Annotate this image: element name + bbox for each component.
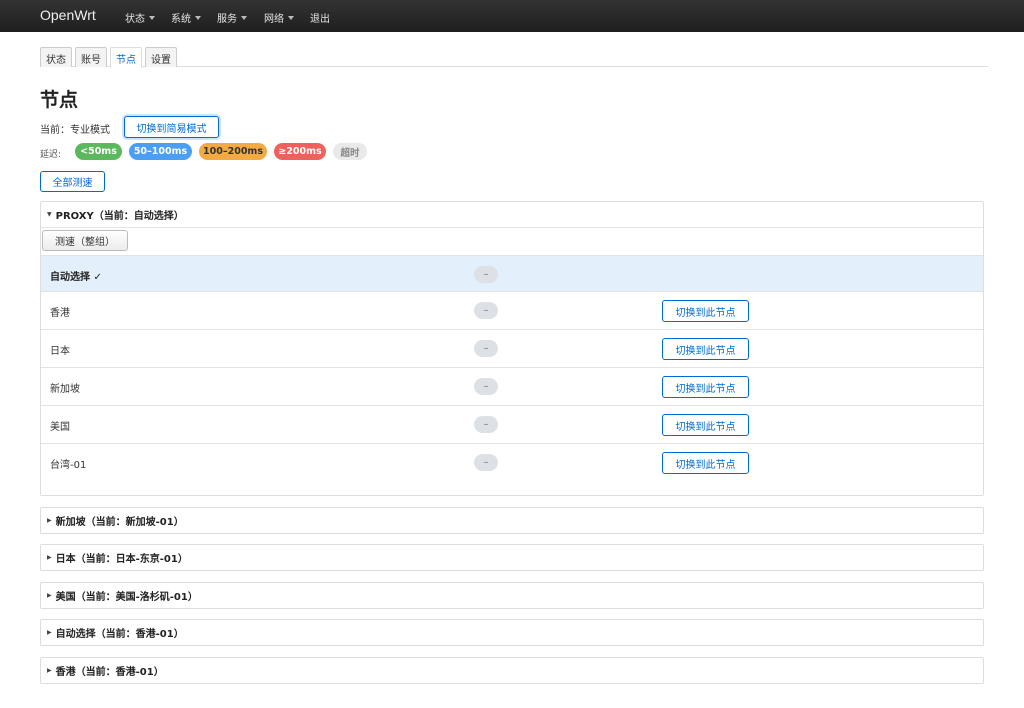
tab-account[interactable]: 账号: [75, 47, 107, 67]
group-panel-singapore[interactable]: ▶ 新加坡（当前：新加坡-01）: [40, 507, 984, 534]
tab-bar: 状态 账号 节点 设置: [40, 47, 988, 68]
group-title: 日本（当前：日本-东京-01）: [55, 554, 188, 565]
node-row: 香港 – 切换到此节点: [41, 291, 983, 329]
menu-logout[interactable]: 退出: [310, 10, 330, 25]
menu-network[interactable]: 网络: [264, 10, 294, 25]
delay-badge: –: [474, 266, 498, 283]
group-panel-auto-select[interactable]: ▶ 自动选择（当前：香港-01）: [40, 619, 984, 646]
expanded-triangle-icon: ▼: [47, 211, 52, 218]
switch-node-button[interactable]: 切换到此节点: [662, 376, 749, 398]
menu-label: 网络: [264, 14, 284, 25]
delay-badge: –: [474, 416, 498, 433]
test-all-button[interactable]: 全部测速: [40, 171, 105, 192]
switch-node-button[interactable]: 切换到此节点: [662, 338, 749, 360]
menu-services[interactable]: 服务: [217, 10, 247, 25]
delay-badge: –: [474, 378, 498, 395]
top-navbar: OpenWrt 状态 系统 服务 网络 退出: [0, 0, 1024, 32]
menu-label: 服务: [217, 14, 237, 25]
group-header[interactable]: ▶ 香港（当前：香港-01）: [41, 658, 983, 683]
switch-node-button[interactable]: 切换到此节点: [662, 300, 749, 322]
group-panel-usa[interactable]: ▶ 美国（当前：美国-洛杉矶-01）: [40, 582, 984, 609]
group-header[interactable]: ▶ 新加坡（当前：新加坡-01）: [41, 508, 983, 533]
node-name: 香港: [50, 308, 70, 319]
collapsed-triangle-icon: ▶: [47, 629, 52, 636]
caret-down-icon: [241, 15, 247, 20]
group-title: 自动选择（当前：香港-01）: [55, 629, 184, 640]
tab-settings[interactable]: 设置: [145, 47, 177, 67]
delay-badge: –: [474, 302, 498, 319]
node-row[interactable]: 自动选择 ✓ –: [41, 255, 983, 291]
node-row: 美国 – 切换到此节点: [41, 405, 983, 443]
test-group-button[interactable]: 测速（整组）: [42, 230, 128, 251]
switch-mode-button[interactable]: 切换到简易模式: [124, 116, 219, 138]
node-name: 新加坡: [50, 384, 80, 395]
tab-nodes[interactable]: 节点: [110, 47, 142, 68]
group-title: 新加坡（当前：新加坡-01）: [55, 517, 184, 528]
node-row: 台湾-01 – 切换到此节点: [41, 443, 983, 481]
brand-logo[interactable]: OpenWrt: [40, 7, 96, 23]
node-name: 自动选择 ✓: [50, 272, 102, 283]
collapsed-triangle-icon: ▶: [47, 592, 52, 599]
menu-label: 系统: [171, 14, 191, 25]
caret-down-icon: [288, 15, 294, 20]
delay-badge: –: [474, 454, 498, 471]
tab-status[interactable]: 状态: [40, 47, 72, 67]
caret-down-icon: [195, 15, 201, 20]
menu-label: 退出: [310, 14, 330, 25]
group-header[interactable]: ▶ 自动选择（当前：香港-01）: [41, 620, 983, 645]
group-title: PROXY（当前：自动选择）: [55, 211, 184, 222]
legend-badge-fast: <50ms: [75, 143, 122, 160]
legend-badge-good: 50–100ms: [129, 143, 192, 160]
group-title: 美国（当前：美国-洛杉矶-01）: [55, 592, 198, 603]
group-title: 香港（当前：香港-01）: [55, 667, 164, 678]
collapsed-triangle-icon: ▶: [47, 517, 52, 524]
node-row: 日本 – 切换到此节点: [41, 329, 983, 367]
menu-status[interactable]: 状态: [125, 10, 155, 25]
menu-label: 状态: [125, 14, 145, 25]
collapsed-triangle-icon: ▶: [47, 554, 52, 561]
caret-down-icon: [149, 15, 155, 20]
switch-node-button[interactable]: 切换到此节点: [662, 414, 749, 436]
collapsed-triangle-icon: ▶: [47, 667, 52, 674]
legend-badge-slow: ≥200ms: [274, 143, 326, 160]
page-title: 节点: [40, 89, 79, 111]
legend-badge-timeout: 超时: [333, 143, 367, 160]
mode-label: 当前：专业模式: [40, 125, 110, 136]
group-header[interactable]: ▶ 美国（当前：美国-洛杉矶-01）: [41, 583, 983, 608]
node-row: 新加坡 – 切换到此节点: [41, 367, 983, 405]
menu-system[interactable]: 系统: [171, 10, 201, 25]
group-header[interactable]: ▼ PROXY（当前：自动选择）: [41, 202, 983, 228]
node-name: 台湾-01: [50, 460, 87, 471]
delay-badge: –: [474, 340, 498, 357]
legend-badge-medium: 100–200ms: [199, 143, 267, 160]
group-panel-hongkong[interactable]: ▶ 香港（当前：香港-01）: [40, 657, 984, 684]
node-name: 日本: [50, 346, 70, 357]
switch-node-button[interactable]: 切换到此节点: [662, 452, 749, 474]
group-panel-japan[interactable]: ▶ 日本（当前：日本-东京-01）: [40, 544, 984, 571]
delay-legend-label: 延迟:: [40, 150, 62, 160]
proxy-group-panel: ▼ PROXY（当前：自动选择） 测速（整组） 自动选择 ✓ – 香港 – 切换…: [40, 201, 984, 496]
group-header[interactable]: ▶ 日本（当前：日本-东京-01）: [41, 545, 983, 570]
node-name: 美国: [50, 422, 70, 433]
